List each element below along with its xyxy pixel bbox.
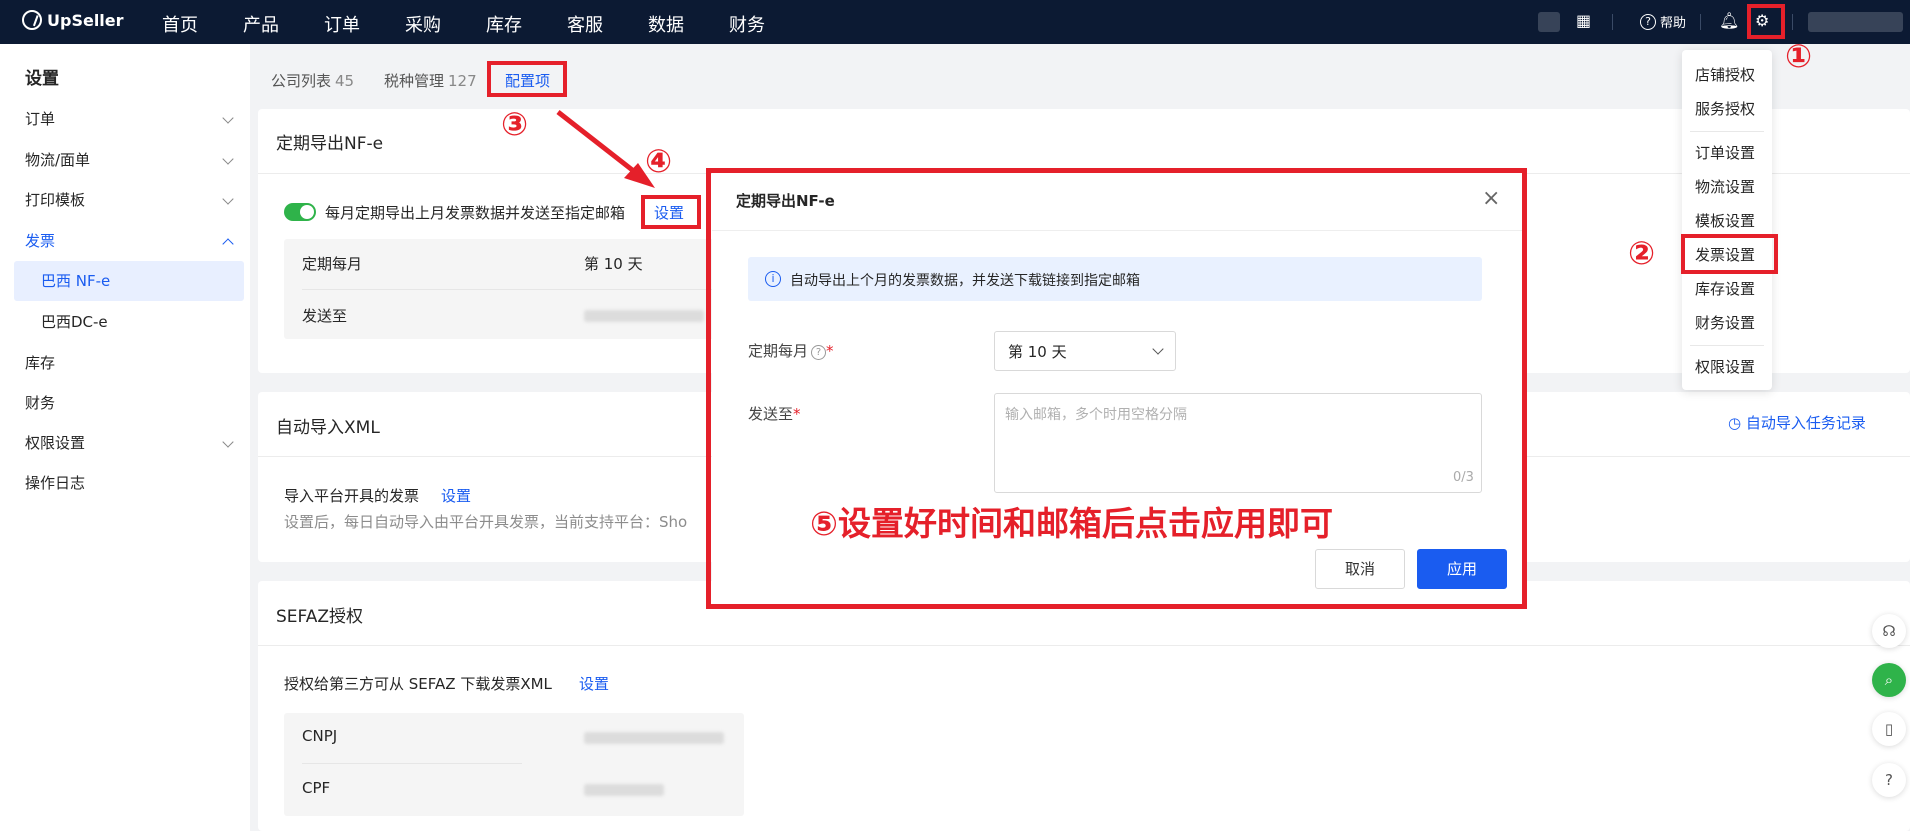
sidebar-item-logistics[interactable]: 物流/面单 — [25, 149, 90, 170]
divider — [1690, 345, 1764, 346]
row-value: 第 10 天 — [584, 255, 643, 273]
menu-item-inventory-settings[interactable]: 库存设置 — [1695, 278, 1755, 299]
sidebar-item-operation-log[interactable]: 操作日志 — [25, 472, 85, 493]
chevron-down-icon — [222, 153, 234, 165]
chevron-down-icon — [222, 193, 234, 205]
apps-grid-icon[interactable]: ▦ — [1576, 11, 1591, 30]
cpf-label: CPF — [302, 779, 331, 797]
cnpj-label: CNPJ — [302, 727, 338, 745]
menu-item-order-settings[interactable]: 订单设置 — [1695, 142, 1755, 163]
settings-dropdown-menu: 店铺授权 服务授权 订单设置 物流设置 模板设置 发票设置 库存设置 财务设置 … — [1682, 50, 1772, 390]
blurred-user-name[interactable] — [1808, 12, 1903, 32]
nav-products[interactable]: 产品 — [243, 11, 279, 37]
export-toggle[interactable] — [284, 203, 316, 221]
sefaz-info-panel: CNPJ CPF — [284, 713, 744, 816]
sidebar-item-print-templates[interactable]: 打印模板 — [25, 189, 85, 210]
tab-label: 公司列表 — [271, 72, 332, 90]
sidebar-item-finance[interactable]: 财务 — [25, 392, 55, 413]
search-icon[interactable]: ⌕ — [1872, 663, 1906, 697]
bell-icon[interactable]: 🔔︎ — [1719, 11, 1739, 30]
annotation-step-3: ③ — [501, 105, 529, 143]
nav-orders[interactable]: 订单 — [324, 11, 360, 37]
divider — [1700, 14, 1701, 30]
blurred-cnpj — [584, 732, 724, 744]
import-label: 导入平台开具的发票 — [284, 487, 420, 505]
annotation-tab-highlight — [487, 61, 567, 97]
card-title: SEFAZ授权 — [276, 607, 364, 627]
clock-icon: ◷ — [1728, 414, 1746, 432]
chevron-down-icon — [222, 112, 234, 124]
annotation-step-1: ① — [1785, 37, 1813, 75]
card-sefaz-auth: SEFAZ授权 授权给第三方可从 SEFAZ 下载发票XML 设置 CNPJ C… — [258, 581, 1910, 831]
menu-item-template-settings[interactable]: 模板设置 — [1695, 210, 1755, 231]
sidebar-item-invoice[interactable]: 发票 — [25, 230, 55, 251]
annotation-step-4: ④ — [645, 142, 673, 180]
top-navbar: UpSeller 首页 产品 订单 采购 库存 客服 数据 财务 ▦ ? 帮助 … — [0, 0, 1910, 44]
sidebar-item-inventory[interactable]: 库存 — [25, 352, 55, 373]
menu-item-logistics-settings[interactable]: 物流设置 — [1695, 176, 1755, 197]
nav-customer-service[interactable]: 客服 — [567, 11, 603, 37]
sidebar-item-orders[interactable]: 订单 — [25, 108, 55, 129]
sidebar-title: 设置 — [25, 69, 59, 89]
logo-icon — [22, 10, 42, 30]
sefaz-auth-text: 授权给第三方可从 SEFAZ 下载发票XML — [284, 675, 552, 693]
help-label: 帮助 — [1660, 16, 1687, 31]
xml-settings-link[interactable]: 设置 — [441, 485, 471, 506]
divider — [1690, 131, 1764, 132]
chevron-up-icon — [222, 238, 234, 250]
settings-sidebar: 设置 订单 物流/面单 打印模板 发票 巴西 NF-e 巴西DC-e 库存 财务… — [0, 44, 250, 831]
brand-name: UpSeller — [47, 10, 124, 30]
tab-count: 127 — [448, 72, 477, 90]
tab-tax-management[interactable]: 税种管理 127 — [384, 70, 477, 91]
support-headset-icon[interactable]: ☊ — [1872, 614, 1906, 648]
mobile-icon[interactable]: ▯ — [1872, 712, 1906, 746]
blurred-cpf — [584, 784, 664, 796]
divider — [302, 763, 522, 764]
nav-inventory[interactable]: 库存 — [486, 11, 522, 37]
divider — [258, 645, 1910, 646]
nav-purchase[interactable]: 采购 — [405, 11, 441, 37]
nav-data[interactable]: 数据 — [648, 11, 684, 37]
annotation-instruction: ⑤设置好时间和邮箱后点击应用即可 — [810, 504, 1333, 543]
help-icon[interactable]: ? — [1872, 763, 1906, 797]
task-record-link[interactable]: ◷ 自动导入任务记录 — [1728, 412, 1866, 433]
brand-logo[interactable]: UpSeller — [22, 10, 124, 30]
nav-home[interactable]: 首页 — [162, 11, 198, 37]
menu-item-permission-settings[interactable]: 权限设置 — [1695, 356, 1755, 377]
annotation-invoice-settings-highlight — [1681, 234, 1778, 274]
tab-count: 45 — [335, 72, 355, 90]
menu-item-service-auth[interactable]: 服务授权 — [1695, 98, 1755, 119]
divider — [1792, 14, 1793, 30]
annotation-settings-highlight — [641, 195, 701, 229]
sefaz-settings-link[interactable]: 设置 — [579, 673, 609, 694]
tab-company-list[interactable]: 公司列表 45 — [271, 70, 354, 91]
sidebar-item-brazil-dce[interactable]: 巴西DC-e — [14, 302, 244, 342]
tab-label: 税种管理 — [384, 72, 445, 90]
annotation-gear-highlight — [1747, 4, 1785, 39]
task-record-label: 自动导入任务记录 — [1745, 414, 1866, 432]
chevron-down-icon — [222, 436, 234, 448]
row-label: 发送至 — [302, 307, 348, 325]
card-title: 定期导出NF-e — [276, 134, 384, 154]
divider — [1612, 14, 1613, 30]
blurred-email — [584, 310, 704, 322]
help-button[interactable]: ? 帮助 — [1640, 12, 1686, 31]
sidebar-item-brazil-nfe[interactable]: 巴西 NF-e — [14, 261, 244, 301]
card-title: 自动导入XML — [276, 418, 380, 438]
sidebar-item-permissions[interactable]: 权限设置 — [25, 432, 85, 453]
menu-item-shop-auth[interactable]: 店铺授权 — [1695, 64, 1755, 85]
toggle-description: 每月定期导出上月发票数据并发送至指定邮箱 — [325, 204, 626, 222]
question-icon: ? — [1640, 13, 1656, 30]
import-description: 设置后，每日自动导入由平台开具发票，当前支持平台：Sho — [284, 513, 688, 531]
blurred-avatar — [1538, 12, 1560, 32]
row-label: 定期每月 — [302, 255, 363, 273]
menu-item-finance-settings[interactable]: 财务设置 — [1695, 312, 1755, 333]
nav-finance[interactable]: 财务 — [729, 11, 765, 37]
annotation-step-2: ② — [1628, 234, 1656, 272]
